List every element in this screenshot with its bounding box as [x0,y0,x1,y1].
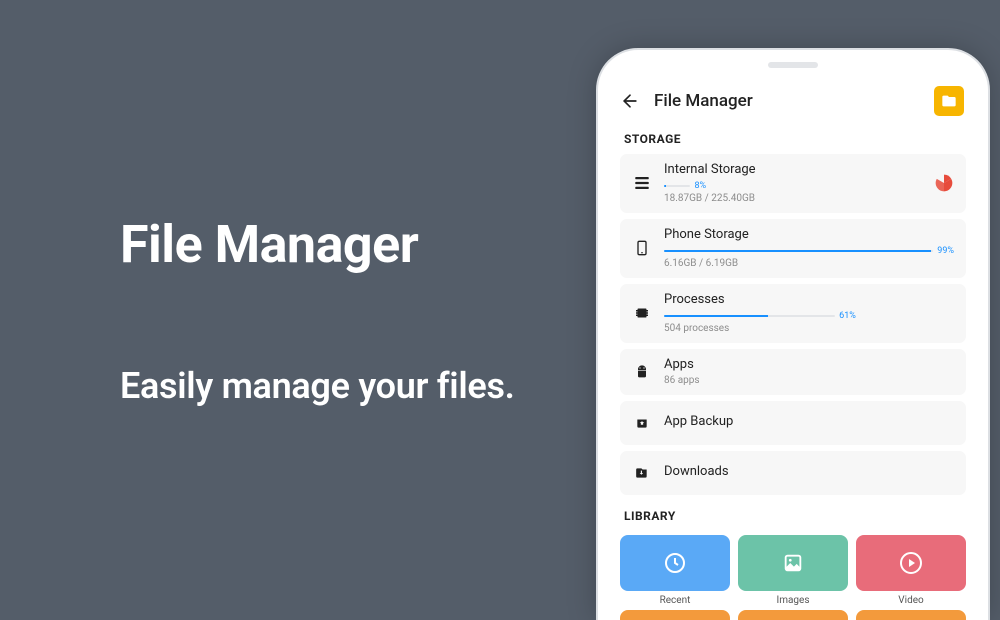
progress-bar [664,315,835,317]
lib-label: Video [856,595,966,606]
library-row-2 [608,610,978,620]
downloads-card[interactable]: Downloads [620,451,966,495]
storage-list: Internal Storage 8% 18.87GB / 225.40GB [608,154,978,495]
app-header: File Manager [608,76,978,126]
app-title: File Manager [654,91,920,111]
storage-section-title: STORAGE [608,126,978,154]
progress-bar [664,250,933,252]
library-images[interactable]: Images [738,535,848,606]
library-grid: Recent Images Video [608,531,978,606]
card-title: Internal Storage [664,162,922,179]
promo-text-block: File Manager Easily manage your files. [0,214,598,407]
progress-label: 61% [839,311,856,321]
storage-icon [632,174,652,192]
lib-label: Recent [620,595,730,606]
library-recent[interactable]: Recent [620,535,730,606]
internal-storage-card[interactable]: Internal Storage 8% 18.87GB / 225.40GB [620,154,966,213]
library-tile-partial[interactable] [738,610,848,620]
recent-tile [620,535,730,591]
card-title: Phone Storage [664,227,954,244]
video-tile [856,535,966,591]
card-sub: 18.87GB / 225.40GB [664,192,922,205]
back-arrow-icon[interactable] [620,91,640,111]
progress-label: 99% [937,246,954,256]
lib-label: Images [738,595,848,606]
phone-speaker [768,62,818,68]
card-title: Apps [664,357,954,374]
backup-icon [632,416,652,430]
folder-button[interactable] [934,86,964,116]
card-sub: 504 processes [664,322,954,335]
library-tile-partial[interactable] [620,610,730,620]
library-video[interactable]: Video [856,535,966,606]
progress-label: 8% [694,181,706,191]
card-sub: 86 apps [664,374,954,387]
promo-subtitle: Easily manage your files. [120,365,598,407]
apps-card[interactable]: Apps 86 apps [620,349,966,395]
card-title: Downloads [664,464,954,481]
chip-icon [632,304,652,322]
card-title: Processes [664,292,954,309]
progress-bar [664,185,690,187]
library-tile-partial[interactable] [856,610,966,620]
pie-chart-icon[interactable] [934,173,954,193]
promo-title: File Manager [120,214,598,275]
app-backup-card[interactable]: App Backup [620,401,966,445]
phone-storage-card[interactable]: Phone Storage 99% 6.16GB / 6.19GB [620,219,966,278]
download-icon [632,466,652,480]
processes-card[interactable]: Processes 61% 504 processes [620,284,966,343]
phone-icon [632,239,652,257]
library-section-title: LIBRARY [608,495,978,531]
phone-mockup: File Manager STORAGE Internal Storage 8 [598,0,988,620]
android-icon [632,364,652,380]
app-screen: File Manager STORAGE Internal Storage 8 [608,76,978,620]
card-title: App Backup [664,414,954,431]
card-sub: 6.16GB / 6.19GB [664,257,954,270]
images-tile [738,535,848,591]
